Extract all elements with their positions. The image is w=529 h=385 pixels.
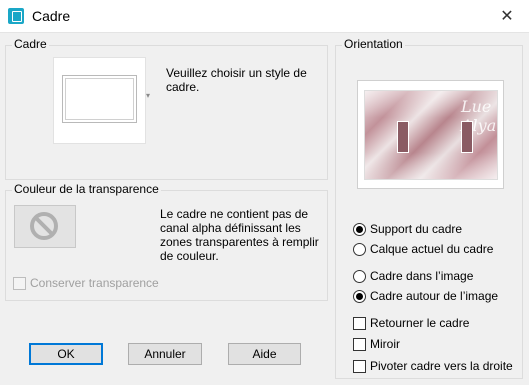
radio-label: Support du cadre [370, 222, 463, 236]
checkbox-retourner-cadre[interactable]: Retourner le cadre [353, 316, 469, 330]
preview-frame-right [461, 121, 473, 153]
checkbox-label: Pivoter cadre vers la droite [370, 359, 513, 373]
cadre-dialog: Cadre ✕ Cadre ▾ Veuillez choisir un styl… [0, 0, 529, 385]
preview-frame-left [397, 121, 409, 153]
checkbox-pivoter-cadre[interactable]: Pivoter cadre vers la droite [353, 359, 513, 373]
radio-dot[interactable] [353, 289, 366, 303]
prohibited-icon [30, 212, 58, 240]
checkbox-label: Miroir [370, 337, 400, 351]
checkbox-box[interactable] [353, 359, 366, 373]
ok-button[interactable]: OK [29, 343, 103, 365]
radio-label: Cadre autour de l’image [370, 289, 499, 303]
frame-style-picker[interactable] [53, 57, 146, 144]
preview-image: Lue Alya [364, 90, 498, 180]
app-icon [8, 8, 24, 24]
close-button[interactable]: ✕ [485, 0, 529, 32]
keep-transparency-label: Conserver transparence [30, 276, 159, 290]
title-bar: Cadre ✕ [0, 0, 529, 33]
frame-style-instruction: Veuillez choisir un style de cadre. [166, 66, 307, 94]
transparency-color-swatch[interactable] [14, 205, 76, 248]
frame-style-thumbnail [62, 75, 137, 123]
radio-dot[interactable] [353, 269, 366, 283]
radio-calque-actuel[interactable]: Calque actuel du cadre [353, 242, 493, 256]
keep-transparency-checkbox[interactable]: Conserver transparence [13, 276, 159, 290]
radio-dot[interactable] [353, 242, 366, 256]
checkbox-miroir[interactable]: Miroir [353, 337, 400, 351]
chevron-down-icon[interactable]: ▾ [146, 91, 150, 100]
close-icon: ✕ [500, 8, 514, 25]
radio-cadre-autour-image[interactable]: Cadre autour de l’image [353, 289, 498, 303]
help-button[interactable]: Aide [228, 343, 301, 365]
keep-transparency-box[interactable] [13, 276, 26, 290]
cancel-button[interactable]: Annuler [128, 343, 202, 365]
cadre-group-label: Cadre [12, 37, 49, 51]
transparency-group-label: Couleur de la transparence [12, 182, 161, 196]
checkbox-label: Retourner le cadre [370, 316, 470, 330]
radio-cadre-dans-image[interactable]: Cadre dans l’image [353, 269, 473, 283]
orientation-preview: Lue Alya [357, 80, 504, 189]
window-title: Cadre [32, 8, 71, 24]
checkbox-box[interactable] [353, 316, 366, 330]
checkbox-box[interactable] [353, 337, 366, 351]
radio-support-du-cadre[interactable]: Support du cadre [353, 222, 462, 236]
radio-dot[interactable] [353, 222, 366, 236]
alpha-channel-message: Le cadre ne contient pas de canal alpha … [160, 207, 319, 263]
radio-label: Calque actuel du cadre [370, 242, 494, 256]
orientation-group-label: Orientation [342, 37, 405, 51]
radio-label: Cadre dans l’image [370, 269, 474, 283]
